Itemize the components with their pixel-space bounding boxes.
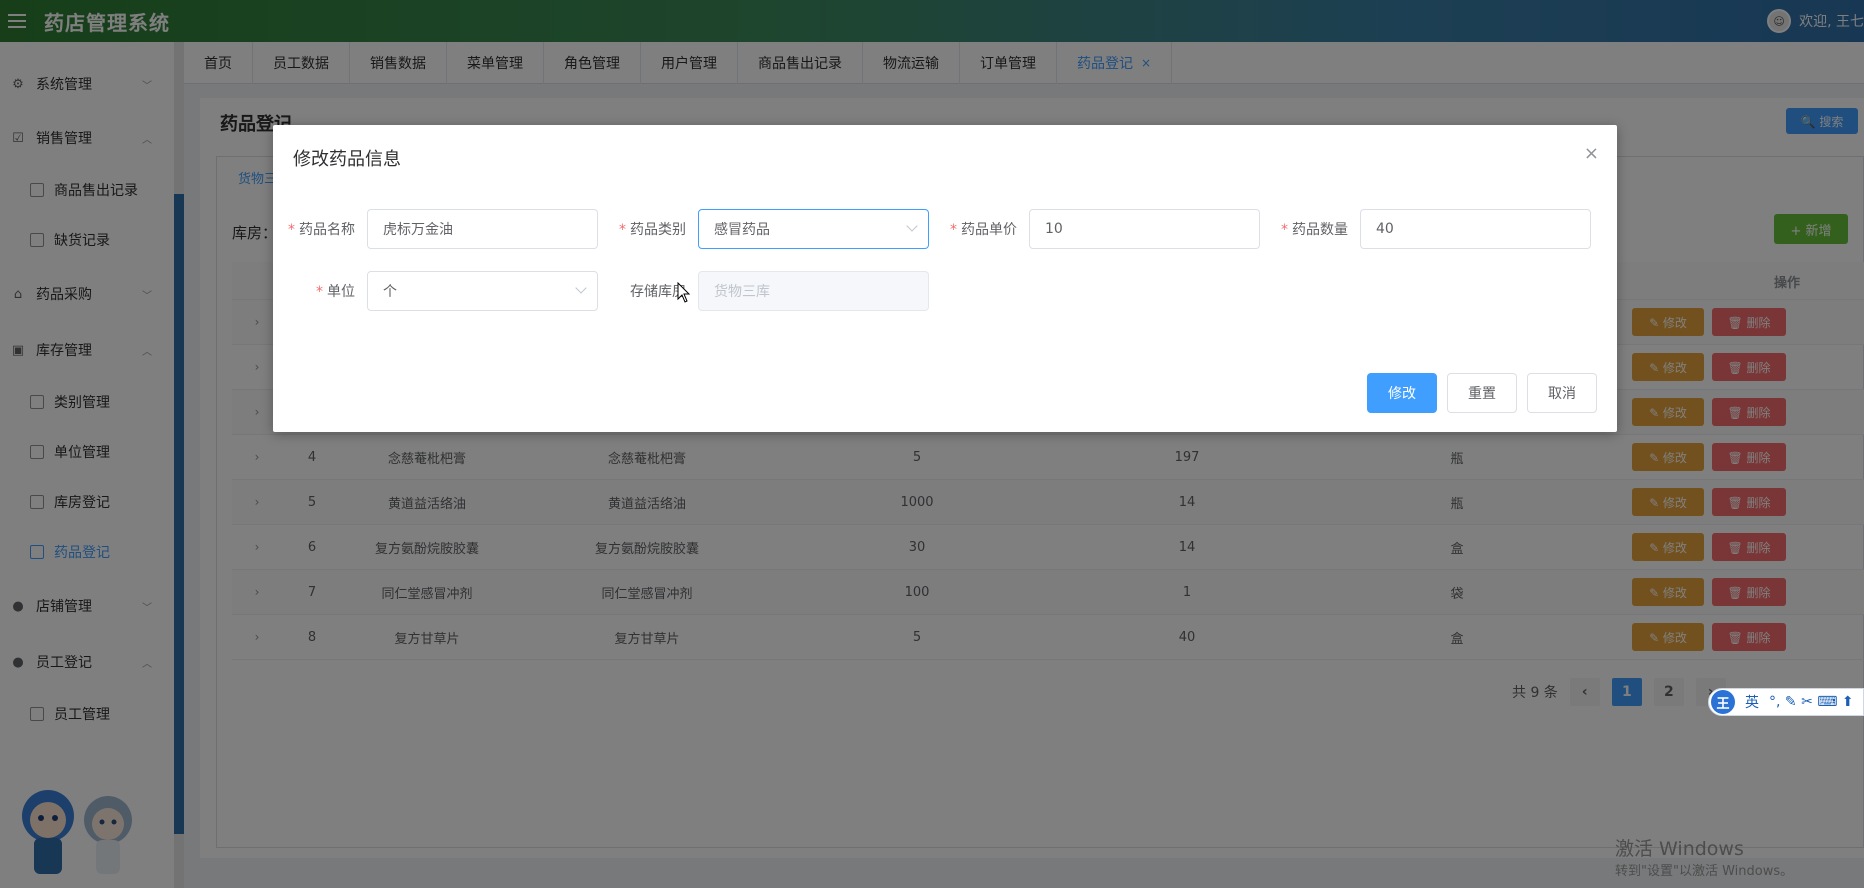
- label-text: 药品单价: [961, 222, 1017, 238]
- drug-price-input[interactable]: 10: [1029, 209, 1260, 249]
- form-label: * 药品单价: [950, 222, 1017, 238]
- form-item-store: 存储库房 货物三库: [618, 271, 929, 311]
- form-item-unit: * 单位 个: [287, 271, 598, 311]
- ime-tools[interactable]: °, ✎ ✂ ⌨ ⬆: [1769, 694, 1854, 710]
- form-label: * 药品名称: [288, 222, 355, 238]
- label-text: 药品类别: [630, 222, 686, 238]
- close-icon[interactable]: ×: [1584, 143, 1599, 164]
- form-label: * 药品类别: [619, 222, 686, 238]
- select-value: 个: [383, 284, 397, 300]
- form-label: * 药品数量: [1281, 222, 1348, 238]
- mouse-cursor-icon: [677, 282, 691, 303]
- label-text: 药品数量: [1292, 222, 1348, 238]
- reset-button[interactable]: 重置: [1447, 373, 1517, 413]
- form-item-price: * 药品单价 10: [949, 209, 1260, 249]
- ime-toolbar[interactable]: 王 英 °, ✎ ✂ ⌨ ⬆: [1708, 688, 1864, 716]
- drug-qty-input[interactable]: 40: [1360, 209, 1591, 249]
- edit-drug-dialog: 修改药品信息 × * 药品名称 虎标万金油 * 药品类别 感冒药品 * 药品单价 10…: [273, 125, 1617, 432]
- label-text: 药品名称: [299, 222, 355, 238]
- form-item-category: * 药品类别 感冒药品: [618, 209, 929, 249]
- ime-logo-icon[interactable]: 王: [1711, 690, 1735, 714]
- storehouse-input: 货物三库: [698, 271, 929, 311]
- drug-category-select[interactable]: 感冒药品: [698, 209, 929, 249]
- label-text: 单位: [327, 284, 355, 300]
- chevron-down-icon: [906, 220, 918, 232]
- unit-select[interactable]: 个: [367, 271, 598, 311]
- form-item-qty: * 药品数量 40: [1280, 209, 1591, 249]
- form-label: * 单位: [316, 284, 355, 300]
- form-item-name: * 药品名称 虎标万金油: [287, 209, 598, 249]
- chevron-down-icon: [575, 282, 587, 294]
- select-value: 感冒药品: [714, 222, 770, 238]
- ime-mode[interactable]: 英: [1745, 692, 1759, 712]
- submit-button[interactable]: 修改: [1367, 373, 1437, 413]
- drug-name-input[interactable]: 虎标万金油: [367, 209, 598, 249]
- dialog-title: 修改药品信息: [293, 149, 401, 170]
- cancel-button[interactable]: 取消: [1527, 373, 1597, 413]
